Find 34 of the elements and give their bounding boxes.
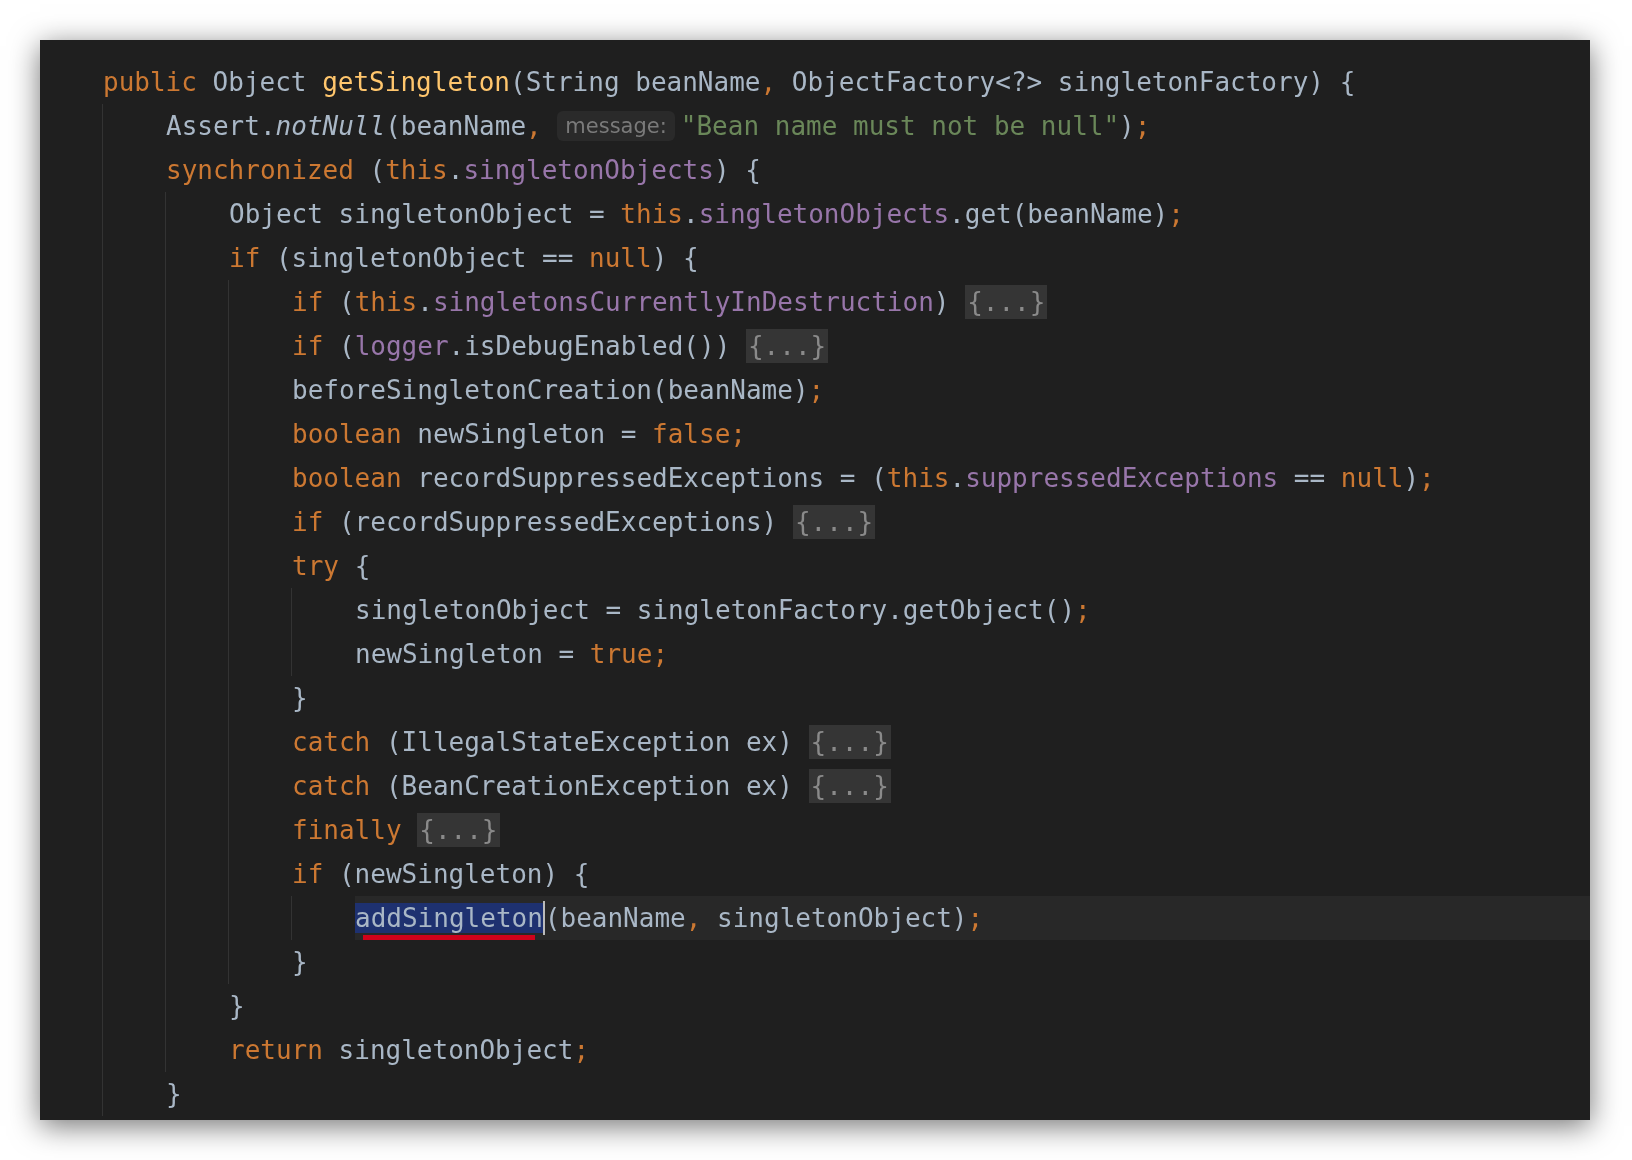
code-text: try { <box>292 551 371 581</box>
code-text: } <box>229 991 245 1021</box>
code-text: if (recordSuppressedExceptions) <box>292 507 779 537</box>
code-text: public Object getSingleton(String beanName, ObjectFactory<?> singletonFactory) { <box>103 67 1356 97</box>
folded-code-badge[interactable]: {...} <box>808 769 891 803</box>
text-cursor <box>542 901 545 935</box>
code-text: } <box>166 1079 182 1109</box>
code-text: singletonObject = singletonFactory.getObject(); <box>355 595 1091 625</box>
code-text: synchronized (this.singletonObjects) { <box>166 155 761 185</box>
folded-code-badge[interactable]: {...} <box>792 505 876 539</box>
code-text: boolean recordSuppressedExceptions = (this.suppressedExceptions == null); <box>292 463 1435 493</box>
code-text: "Bean name must not be null"); <box>680 111 1151 141</box>
code-text: newSingleton = true; <box>355 639 669 669</box>
code-text: return singletonObject; <box>229 1035 590 1065</box>
code-text: finally <box>292 815 403 845</box>
code-text: if (logger.isDebugEnabled()) <box>292 331 732 361</box>
code-text: (beanName, singletonObject); <box>544 903 984 933</box>
parameter-hint: message: <box>557 111 675 141</box>
code-text: boolean newSingleton = false; <box>292 419 746 449</box>
folded-code-badge[interactable]: {...} <box>745 329 829 363</box>
code-text: } <box>292 683 308 713</box>
code-text: } <box>292 947 308 977</box>
folded-code-badge[interactable]: {...} <box>808 725 891 759</box>
folded-code-badge[interactable]: {...} <box>965 285 1048 319</box>
code-text: beforeSingletonCreation(beanName); <box>292 375 825 405</box>
code-text: catch (BeanCreationException ex) <box>292 771 794 801</box>
folded-code-badge[interactable]: {...} <box>417 813 500 847</box>
code-editor[interactable] <box>40 40 1590 1120</box>
code-text: catch (IllegalStateException ex) <box>292 727 794 757</box>
code-text: if (newSingleton) { <box>292 859 590 889</box>
code-text: Assert.notNull(beanName, <box>166 111 543 141</box>
code-text: Object singletonObject = this.singletonObjects.get(beanName); <box>229 199 1184 229</box>
code-text: if (this.singletonsCurrentlyInDestruction) <box>292 287 951 317</box>
code-text: if (singletonObject == null) { <box>229 243 699 273</box>
